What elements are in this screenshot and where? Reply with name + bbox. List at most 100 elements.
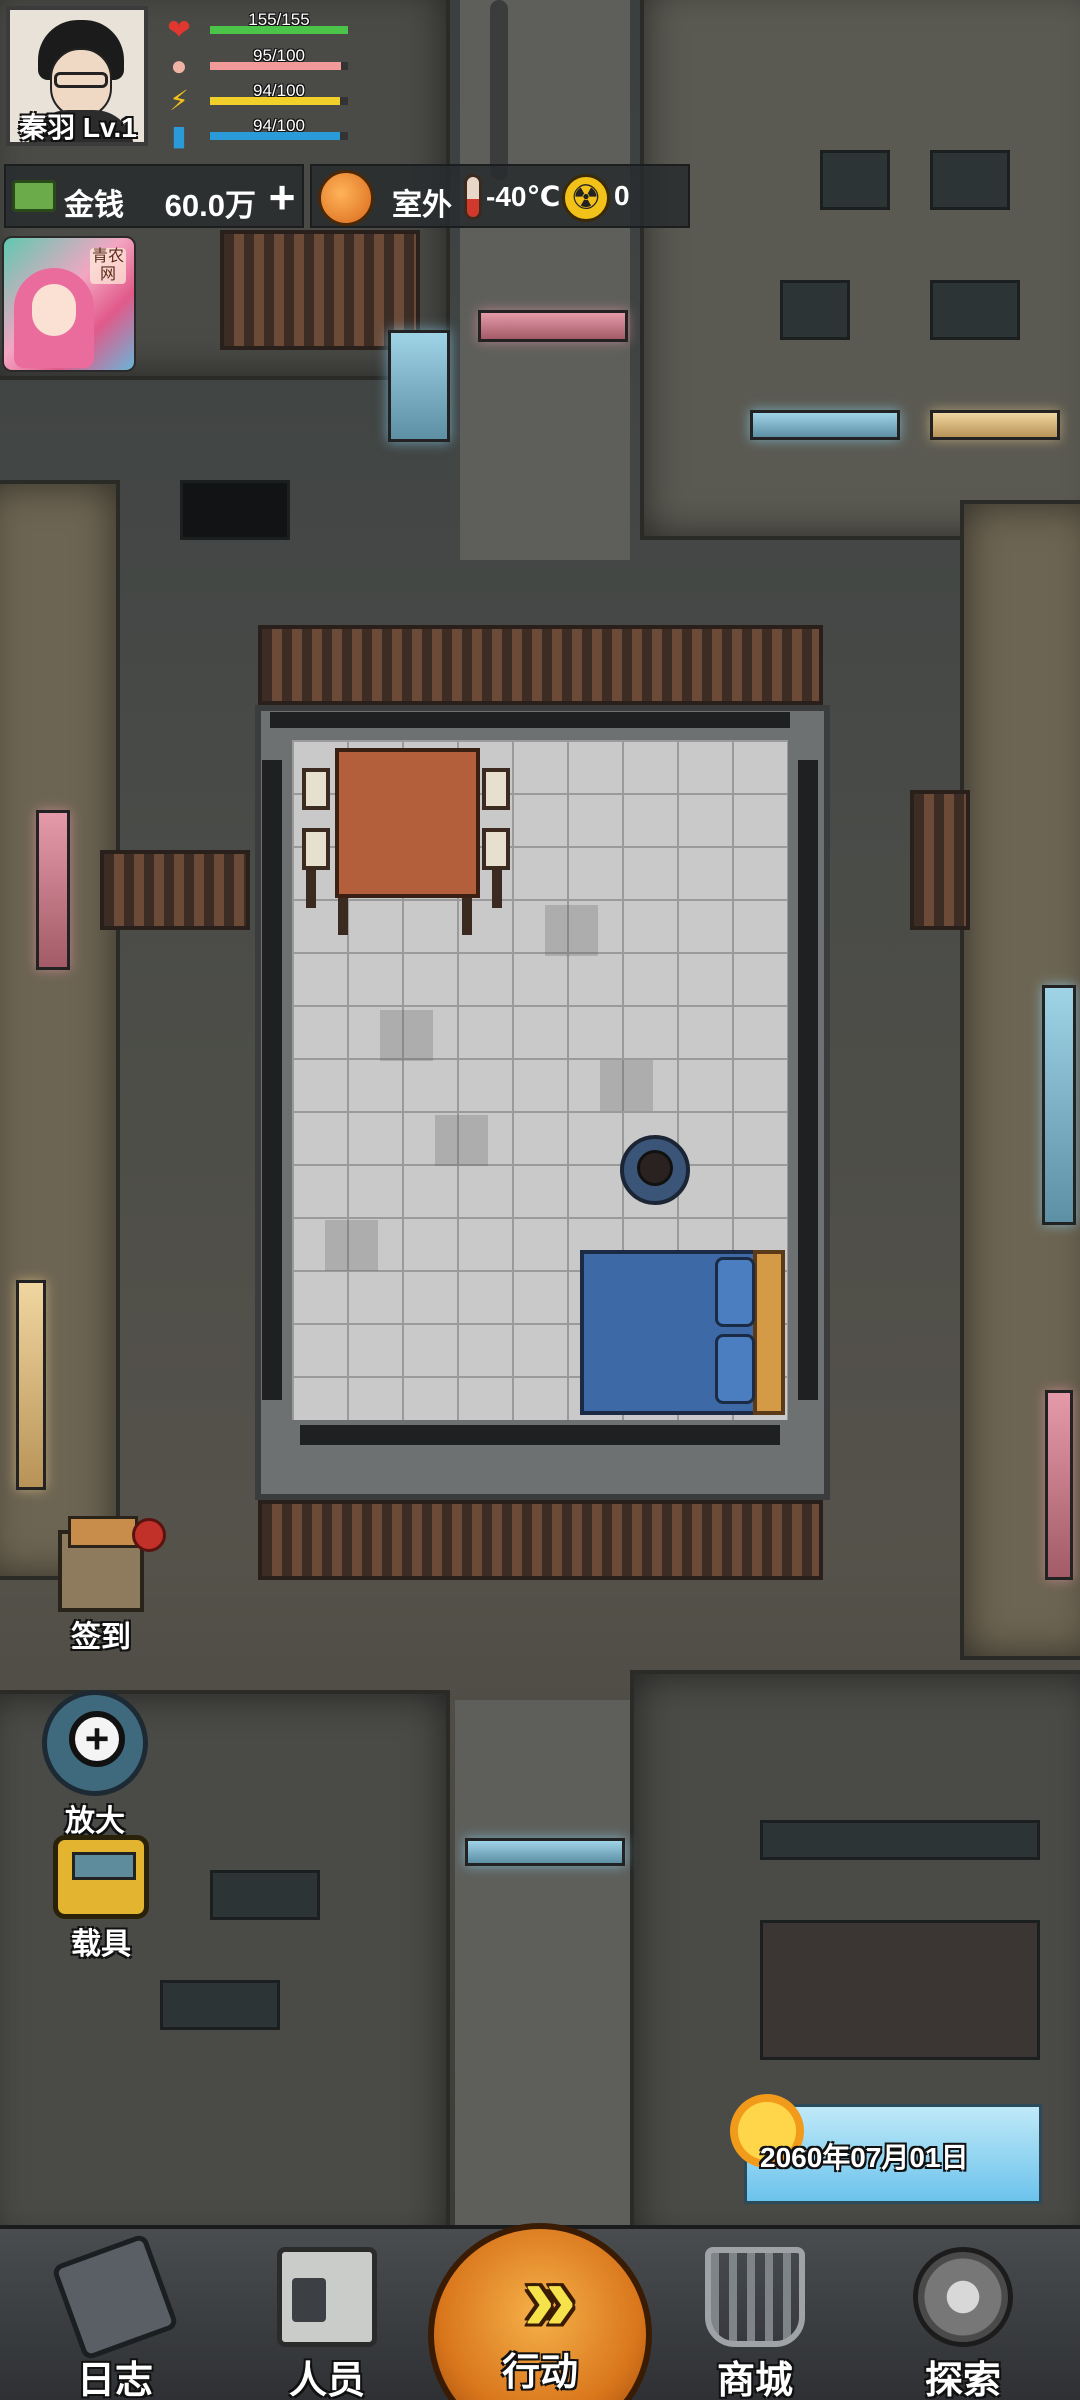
player-character[interactable] xyxy=(620,1125,690,1210)
table-leg xyxy=(492,868,502,908)
stat-thirst: ▮ 94/100 xyxy=(162,116,352,152)
pillow xyxy=(715,1334,755,1404)
pillow xyxy=(715,1257,755,1327)
zoom-button[interactable]: + 放大 xyxy=(30,1690,160,1840)
stat-energy: ⚡ 94/100 xyxy=(162,81,352,117)
radiation-icon: ☢ xyxy=(562,174,610,222)
table-leg xyxy=(462,895,472,935)
room-wall xyxy=(270,712,790,728)
stat-value: 94/100 xyxy=(253,116,305,135)
nav-explore[interactable]: 探索 xyxy=(888,2237,1038,2400)
id-card-icon xyxy=(277,2247,377,2347)
game-date: 2060年07月01日 xyxy=(760,2142,969,2173)
money-label: 金钱 xyxy=(64,189,124,222)
promo-art xyxy=(32,284,76,336)
road-south xyxy=(455,1700,630,2225)
room-wall xyxy=(798,760,818,1400)
player-name-level: 秦羽 Lv.1 xyxy=(19,112,137,143)
nav-action-label: 行动 xyxy=(501,2352,578,2394)
player-head xyxy=(637,1150,673,1186)
neon-sign xyxy=(750,410,900,440)
chair[interactable] xyxy=(482,768,510,810)
nav-action[interactable]: » 行动 xyxy=(428,2223,652,2400)
stomach-icon: ● xyxy=(170,50,188,81)
temperature-value: -40℃ xyxy=(486,181,561,212)
bottom-nav: 日志 人员 » 行动 商城 探索 xyxy=(0,2223,1080,2400)
promo-label: 青农网 xyxy=(90,248,126,284)
nav-shop[interactable]: 商城 xyxy=(680,2237,830,2400)
zoom-in-icon: + xyxy=(42,1690,148,1796)
compass-icon xyxy=(913,2247,1013,2347)
room-wall xyxy=(300,1425,780,1445)
money-value: 60.0万 xyxy=(164,188,256,223)
road-north xyxy=(460,0,630,560)
floor-tile xyxy=(600,1060,653,1111)
add-money-button[interactable]: + xyxy=(262,172,302,222)
window xyxy=(820,150,890,210)
basket-icon xyxy=(705,2247,805,2347)
pipe xyxy=(490,0,508,180)
cash-icon xyxy=(12,180,56,212)
floor-tile xyxy=(380,1010,433,1061)
fast-forward-icon: » xyxy=(523,2244,576,2351)
window xyxy=(210,1870,320,1920)
crate-icon xyxy=(58,1516,144,1612)
nav-log-label: 日志 xyxy=(76,2360,153,2400)
stat-value: 94/100 xyxy=(253,81,305,100)
window xyxy=(930,150,1010,210)
vehicle-button[interactable]: 载具 xyxy=(36,1835,166,1963)
table-leg xyxy=(338,895,348,935)
energy-icon: ⚡ xyxy=(169,85,189,116)
journal-icon xyxy=(50,2232,180,2362)
zoom-label: 放大 xyxy=(65,1805,125,1838)
floor-tile xyxy=(435,1115,488,1166)
chair[interactable] xyxy=(302,828,330,870)
neon-sign xyxy=(478,310,628,342)
vent xyxy=(910,790,970,930)
floor-tile xyxy=(545,905,598,956)
chair[interactable] xyxy=(302,768,330,810)
environment-panel: 室外 -40℃ ☢ 0 xyxy=(310,164,690,228)
window xyxy=(160,1980,280,2030)
neon-sign xyxy=(16,1280,46,1490)
vent xyxy=(100,850,250,930)
room-wall xyxy=(262,760,282,1400)
floor-tile xyxy=(325,1220,378,1271)
floor-grate-south xyxy=(258,1500,823,1580)
notification-dot xyxy=(132,1518,166,1552)
signin-button[interactable]: 签到 xyxy=(36,1516,166,1656)
bed-headboard xyxy=(753,1250,785,1415)
stat-value: 155/155 xyxy=(248,10,310,29)
neon-sign xyxy=(930,410,1060,440)
location-label: 室外 xyxy=(392,189,452,222)
sun-icon xyxy=(318,170,374,226)
promo-banner[interactable]: 青农网 xyxy=(2,236,136,372)
nav-shop-label: 商城 xyxy=(716,2360,793,2400)
thermometer-icon xyxy=(464,174,482,220)
nav-explore-label: 探索 xyxy=(924,2360,1001,2400)
stat-health: ❤ 155/155 xyxy=(162,10,352,46)
neon-sign xyxy=(465,1838,625,1866)
neon-sign xyxy=(1045,1390,1073,1580)
radiation-value: 0 xyxy=(614,180,630,211)
stat-hunger: ● 95/100 xyxy=(162,46,352,82)
window xyxy=(760,1820,1040,1860)
table-leg xyxy=(306,868,316,908)
heart-icon: ❤ xyxy=(167,14,191,45)
dining-table[interactable] xyxy=(335,748,480,898)
neon-sign xyxy=(1042,985,1076,1225)
signin-label: 签到 xyxy=(71,1621,131,1654)
water-icon: ▮ xyxy=(171,120,187,151)
neon-sign xyxy=(36,810,70,970)
floor-grate-north xyxy=(258,625,823,705)
window xyxy=(780,280,850,340)
nav-staff-label: 人员 xyxy=(288,2360,365,2400)
nav-log[interactable]: 日志 xyxy=(40,2232,190,2400)
truck-icon xyxy=(53,1835,149,1919)
nav-staff[interactable]: 人员 xyxy=(252,2237,402,2400)
window xyxy=(930,280,1020,340)
avatar-glasses xyxy=(54,72,108,88)
chair[interactable] xyxy=(482,828,510,870)
vehicle-label: 载具 xyxy=(71,1928,131,1961)
neon-sign xyxy=(388,330,450,442)
